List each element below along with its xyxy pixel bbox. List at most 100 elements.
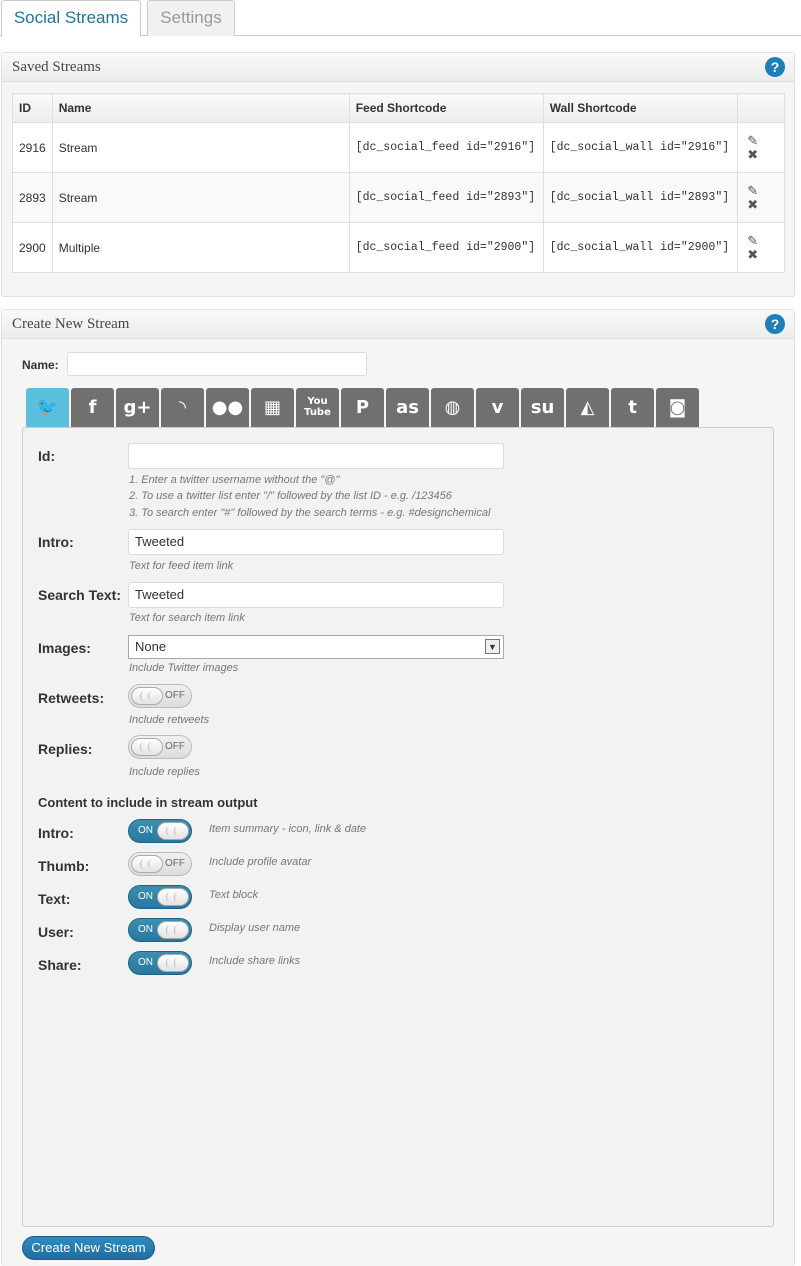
toggle-knob (157, 822, 189, 840)
top-tab-bar: Social Streams Settings (0, 0, 801, 36)
facebook-icon[interactable]: f (71, 388, 114, 427)
wall-shortcode: [dc_social_wall id="2916"] (543, 123, 737, 173)
id-hint-2: 2. To use a twitter list enter "/" follo… (129, 490, 452, 502)
delete-x-icon[interactable]: ✖ (746, 248, 760, 262)
content-intro-hint: Item summary - icon, link & date (209, 823, 366, 835)
toggle-state: ON (138, 891, 153, 902)
youtube-icon[interactable]: You Tube (296, 388, 339, 427)
table-row: 2900 Multiple [dc_social_feed id="2900"]… (13, 223, 785, 273)
intro-label: Intro: (38, 534, 74, 550)
delicious-icon[interactable]: ▦ (251, 388, 294, 427)
create-stream-box: Create New Stream ? Name: 🐦 f g+ ◝ ●● ▦ … (1, 309, 795, 1266)
toggle-knob (131, 738, 163, 756)
feed-shortcode: [dc_social_feed id="2916"] (349, 123, 543, 173)
toggle-knob (131, 855, 163, 873)
column-header-name: Name (52, 94, 349, 123)
id-hint-3: 3. To search enter "#" followed by the s… (129, 507, 490, 519)
content-intro-label: Intro: (38, 825, 74, 841)
images-selected-value: None (135, 639, 166, 654)
wall-shortcode: [dc_social_wall id="2900"] (543, 223, 737, 273)
content-thumb-toggle[interactable]: OFF (128, 852, 192, 876)
saved-streams-table: ID Name Feed Shortcode Wall Shortcode 29… (12, 93, 785, 273)
dribbble-icon[interactable]: ◍ (431, 388, 474, 427)
feed-shortcode: [dc_social_feed id="2900"] (349, 223, 543, 273)
row-actions: ✎ ✖ (737, 123, 784, 173)
stumbleupon-icon[interactable]: su (521, 388, 564, 427)
help-icon[interactable]: ? (765, 314, 785, 334)
stream-name: Multiple (52, 223, 349, 273)
instagram-icon[interactable]: ◙ (656, 388, 699, 427)
create-new-stream-button[interactable]: Create New Stream (22, 1236, 155, 1260)
deviantart-icon[interactable]: ◭ (566, 388, 609, 427)
feed-shortcode: [dc_social_feed id="2893"] (349, 173, 543, 223)
column-header-actions (737, 94, 784, 123)
intro-input[interactable]: Tweeted (128, 529, 504, 555)
retweets-toggle[interactable]: OFF (128, 684, 192, 708)
table-row: 2916 Stream [dc_social_feed id="2916"] [… (13, 123, 785, 173)
table-row: 2893 Stream [dc_social_feed id="2893"] [… (13, 173, 785, 223)
lastfm-icon[interactable]: as (386, 388, 429, 427)
content-thumb-label: Thumb: (38, 858, 89, 874)
replies-toggle[interactable]: OFF (128, 735, 192, 759)
stream-id: 2893 (13, 173, 53, 223)
id-hint-1: 1. Enter a twitter username without the … (129, 474, 339, 486)
id-input[interactable] (128, 443, 504, 469)
saved-streams-box: Saved Streams ? ID Name Feed Shortcode W… (1, 52, 795, 297)
retweets-hint: Include retweets (129, 714, 209, 726)
toggle-state: ON (138, 924, 153, 935)
stream-name: Stream (52, 123, 349, 173)
google-plus-icon[interactable]: g+ (116, 388, 159, 427)
edit-pencil-icon[interactable]: ✎ (746, 184, 760, 198)
toggle-knob (131, 687, 163, 705)
search-text-label: Search Text: (38, 587, 121, 603)
dropdown-arrow-icon[interactable]: ▼ (485, 639, 500, 654)
column-header-id: ID (13, 94, 53, 123)
toggle-state: OFF (165, 858, 185, 869)
content-user-toggle[interactable]: ON (128, 918, 192, 942)
toggle-state: ON (138, 957, 153, 968)
content-text-hint: Text block (209, 889, 258, 901)
content-share-label: Share: (38, 957, 82, 973)
tab-settings[interactable]: Settings (147, 0, 235, 36)
wall-shortcode: [dc_social_wall id="2893"] (543, 173, 737, 223)
content-thumb-hint: Include profile avatar (209, 856, 311, 868)
content-intro-toggle[interactable]: ON (128, 819, 192, 843)
tab-social-streams[interactable]: Social Streams (1, 0, 141, 37)
search-text-hint: Text for search item link (129, 612, 245, 624)
content-share-hint: Include share links (209, 955, 300, 967)
delete-x-icon[interactable]: ✖ (746, 198, 760, 212)
rss-icon[interactable]: ◝ (161, 388, 204, 427)
content-user-hint: Display user name (209, 922, 300, 934)
saved-streams-title: Saved Streams (12, 59, 101, 75)
replies-label: Replies: (38, 741, 92, 757)
flickr-icon[interactable]: ●● (206, 388, 249, 427)
toggle-state: OFF (165, 741, 185, 752)
delete-x-icon[interactable]: ✖ (746, 148, 760, 162)
images-hint: Include Twitter images (129, 662, 238, 674)
pinterest-icon[interactable]: P (341, 388, 384, 427)
stream-name-input[interactable] (67, 352, 367, 376)
row-actions: ✎ ✖ (737, 173, 784, 223)
twitter-icon[interactable]: 🐦 (26, 388, 69, 427)
table-header-row: ID Name Feed Shortcode Wall Shortcode (13, 94, 785, 123)
stream-name: Stream (52, 173, 349, 223)
vimeo-icon[interactable]: v (476, 388, 519, 427)
intro-hint: Text for feed item link (129, 560, 233, 572)
content-share-toggle[interactable]: ON (128, 951, 192, 975)
retweets-label: Retweets: (38, 690, 104, 706)
search-text-input[interactable]: Tweeted (128, 582, 504, 608)
content-text-toggle[interactable]: ON (128, 885, 192, 909)
edit-pencil-icon[interactable]: ✎ (746, 234, 760, 248)
edit-pencil-icon[interactable]: ✎ (746, 134, 760, 148)
twitter-settings-panel: Id: 1. Enter a twitter username without … (22, 427, 774, 1227)
stream-id: 2916 (13, 123, 53, 173)
id-label: Id: (38, 448, 55, 464)
name-label: Name: (22, 358, 59, 372)
row-actions: ✎ ✖ (737, 223, 784, 273)
saved-streams-header: Saved Streams ? (2, 53, 794, 82)
images-select[interactable]: None ▼ (128, 635, 504, 659)
help-icon[interactable]: ? (765, 57, 785, 77)
create-stream-header: Create New Stream ? (2, 310, 794, 339)
tumblr-icon[interactable]: t (611, 388, 654, 427)
toggle-state: ON (138, 825, 153, 836)
